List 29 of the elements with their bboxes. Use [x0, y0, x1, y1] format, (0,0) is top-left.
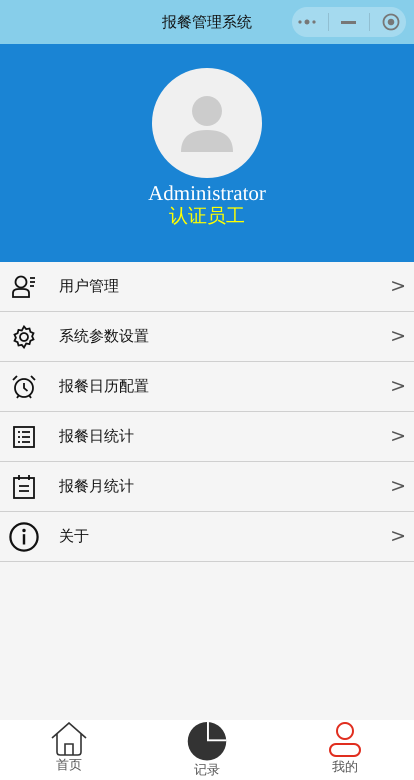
settings-icon — [12, 324, 36, 348]
minimize-icon[interactable] — [341, 20, 356, 24]
menu-label: 关于 — [59, 526, 89, 548]
chevron: > — [390, 524, 406, 550]
user-list-icon — [11, 274, 37, 298]
tab[interactable]: 记录 — [138, 720, 276, 780]
tab[interactable]: 我的 — [276, 720, 414, 780]
chevron: > — [390, 474, 406, 500]
chevron: > — [390, 274, 406, 300]
list-icon — [13, 426, 35, 448]
user-icon — [329, 722, 361, 758]
close-icon[interactable] — [382, 13, 400, 31]
menu-label: 报餐日统计 — [59, 426, 134, 448]
calendar-icon — [13, 474, 35, 498]
chevron: > — [390, 324, 406, 350]
menu-label: 用户管理 — [59, 276, 119, 298]
menu-label: 报餐月统计 — [59, 476, 134, 498]
user-role: 认证员工 — [169, 205, 245, 228]
user-name: Administrator — [148, 182, 266, 206]
menu-label: 报餐日历配置 — [59, 376, 149, 398]
info-icon — [9, 520, 39, 552]
tab[interactable]: 首页 — [0, 720, 138, 780]
alarm-clock-icon — [11, 374, 37, 400]
more-icon[interactable] — [298, 19, 316, 25]
home-icon — [51, 722, 87, 756]
chevron: > — [390, 424, 406, 450]
menu-label: 系统参数设置 — [59, 326, 149, 348]
chevron: > — [390, 374, 406, 400]
window-title: 报餐管理系统 — [162, 12, 252, 33]
